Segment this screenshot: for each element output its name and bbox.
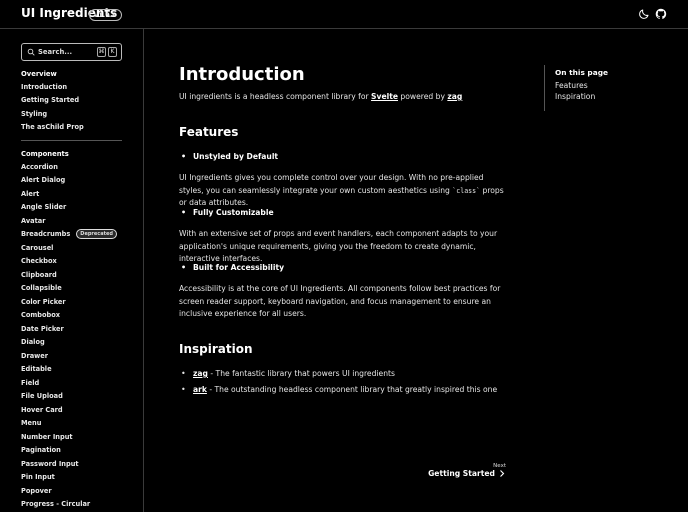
sidebar-item-label: Dialog: [21, 338, 45, 347]
sidebar-item-pin-input[interactable]: Pin Input: [21, 471, 131, 485]
inspiration-heading: Inspiration: [179, 342, 253, 356]
sidebar-item-label: Number Input: [21, 432, 73, 441]
github-icon[interactable]: [655, 8, 667, 20]
search-button[interactable]: Search... ⌘ K: [21, 43, 122, 61]
page-title: Introduction: [179, 64, 305, 85]
sidebar-item-introduction[interactable]: Introduction: [21, 80, 131, 94]
sidebar-item-label: Progress - Circular: [21, 500, 91, 509]
sidebar-item-label: Color Picker: [21, 297, 66, 306]
feature-customizable-text: With an extensive set of props and event…: [179, 229, 498, 264]
inspiration-item-zag: zag - The fantastic library that powers …: [181, 369, 395, 378]
sidebar-item-label: Collapsible: [21, 284, 62, 293]
sidebar-item-label: Avatar: [21, 216, 46, 225]
sidebar-item-number-input[interactable]: Number Input: [21, 430, 131, 444]
intro-paragraph: UI ingredients is a headless component l…: [179, 92, 463, 101]
sidebar-item-label: Accordion: [21, 162, 58, 171]
sidebar-item-hover-card[interactable]: Hover Card: [21, 403, 131, 417]
sidebar-item-color-picker[interactable]: Color Picker: [21, 295, 131, 309]
features-heading: Features: [179, 125, 239, 139]
sidebar-item-field[interactable]: Field: [21, 376, 131, 390]
sidebar-item-label: Date Picker: [21, 324, 64, 333]
overview-nav: Introduction Getting Started Styling The…: [21, 80, 131, 134]
sidebar-item-combobox[interactable]: Combobox: [21, 309, 131, 323]
sidebar-item-avatar[interactable]: Avatar: [21, 214, 131, 228]
sidebar-item-clipboard[interactable]: Clipboard: [21, 268, 131, 282]
sidebar-item-label: Popover: [21, 486, 52, 495]
next-title: Getting Started: [428, 469, 495, 478]
deprecated-badge: Deprecated: [76, 229, 117, 240]
sidebar-item-alert-dialog[interactable]: Alert Dialog: [21, 174, 131, 188]
feature-accessibility-title: Built for Accessibility: [181, 263, 284, 272]
toc-item-inspiration[interactable]: Inspiration: [555, 92, 608, 101]
toc-item-features[interactable]: Features: [555, 81, 608, 90]
sidebar-item-accordion[interactable]: Accordion: [21, 160, 131, 174]
top-header: UI Ingredients v1.9.0: [0, 0, 688, 29]
sidebar-item-label: Pin Input: [21, 473, 55, 482]
sidebar-item-angle-slider[interactable]: Angle Slider: [21, 201, 131, 215]
sidebar-item-password-input[interactable]: Password Input: [21, 457, 131, 471]
sidebar-item-collapsible[interactable]: Collapsible: [21, 282, 131, 296]
sidebar-item-label: Password Input: [21, 459, 79, 468]
ark-inspiration-link[interactable]: ark: [193, 385, 207, 394]
sidebar-item-label: Combobox: [21, 311, 60, 320]
zag-link[interactable]: zag: [447, 92, 462, 101]
sidebar-item-label: Breadcrumbs: [21, 230, 71, 239]
sidebar-item-label: Editable: [21, 365, 52, 374]
sidebar-item-label: Alert Dialog: [21, 176, 66, 185]
search-icon: [27, 48, 35, 56]
version-badge: v1.9.0: [89, 9, 122, 21]
feature-accessibility-text: Accessibility is at the core of UI Ingre…: [179, 284, 501, 319]
sidebar-item-breadcrumbs[interactable]: Breadcrumbs Deprecated: [21, 228, 131, 242]
sidebar-item-getting-started[interactable]: Getting Started: [21, 94, 131, 108]
sidebar-item-carousel[interactable]: Carousel: [21, 241, 131, 255]
sidebar-item-label: Carousel: [21, 243, 54, 252]
sidebar-item-label: Clipboard: [21, 270, 57, 279]
on-this-page: On this page Features Inspiration: [544, 65, 608, 111]
sidebar-item-pagination[interactable]: Pagination: [21, 444, 131, 458]
toc-title: On this page: [555, 68, 608, 77]
sidebar-item-popover[interactable]: Popover: [21, 484, 131, 498]
sidebar-item-alert[interactable]: Alert: [21, 187, 131, 201]
svelte-link[interactable]: Svelte: [371, 92, 398, 101]
sidebar-item-label: Pagination: [21, 446, 61, 455]
chevron-right-icon: [500, 470, 505, 477]
sidebar-item-label: Checkbox: [21, 257, 57, 266]
moon-icon[interactable]: [638, 8, 650, 20]
sidebar: Search... ⌘ K Overview Introduction Gett…: [0, 29, 144, 512]
zag-inspiration-link[interactable]: zag: [193, 369, 208, 378]
sidebar-item-label: Alert: [21, 189, 40, 198]
sidebar-item-editable[interactable]: Editable: [21, 363, 131, 377]
inspiration-item-ark: ark - The outstanding headless component…: [181, 385, 497, 394]
sidebar-item-label: Menu: [21, 419, 42, 428]
components-nav: Accordion Alert Dialog Alert Angle Slide…: [21, 160, 131, 511]
sidebar-item-file-upload[interactable]: File Upload: [21, 390, 131, 404]
feature-unstyled-title: Unstyled by Default: [181, 152, 278, 161]
feature-unstyled-text: UI Ingredients gives you complete contro…: [179, 173, 504, 208]
sidebar-item-drawer[interactable]: Drawer: [21, 349, 131, 363]
sidebar-item-aschild-prop[interactable]: The asChild Prop: [21, 121, 131, 135]
sidebar-divider: [21, 140, 122, 141]
sidebar-item-styling[interactable]: Styling: [21, 107, 131, 121]
next-page-link[interactable]: Next Getting Started: [428, 463, 506, 478]
overview-heading: Overview: [21, 70, 57, 78]
sidebar-item-label: Hover Card: [21, 405, 63, 414]
sidebar-item-label: File Upload: [21, 392, 63, 401]
kbd-command: ⌘: [97, 47, 106, 57]
search-placeholder: Search...: [38, 48, 73, 56]
sidebar-item-label: Drawer: [21, 351, 48, 360]
sidebar-item-menu[interactable]: Menu: [21, 417, 131, 431]
sidebar-item-label: Angle Slider: [21, 203, 67, 212]
kbd-k: K: [108, 47, 117, 57]
sidebar-item-date-picker[interactable]: Date Picker: [21, 322, 131, 336]
feature-customizable-title: Fully Customizable: [181, 208, 274, 217]
sidebar-item-progress-circular[interactable]: Progress - Circular: [21, 498, 131, 512]
sidebar-item-label: Field: [21, 378, 40, 387]
components-heading: Components: [21, 150, 69, 158]
class-code: `class`: [452, 186, 481, 195]
sidebar-item-dialog[interactable]: Dialog: [21, 336, 131, 350]
sidebar-item-checkbox[interactable]: Checkbox: [21, 255, 131, 269]
